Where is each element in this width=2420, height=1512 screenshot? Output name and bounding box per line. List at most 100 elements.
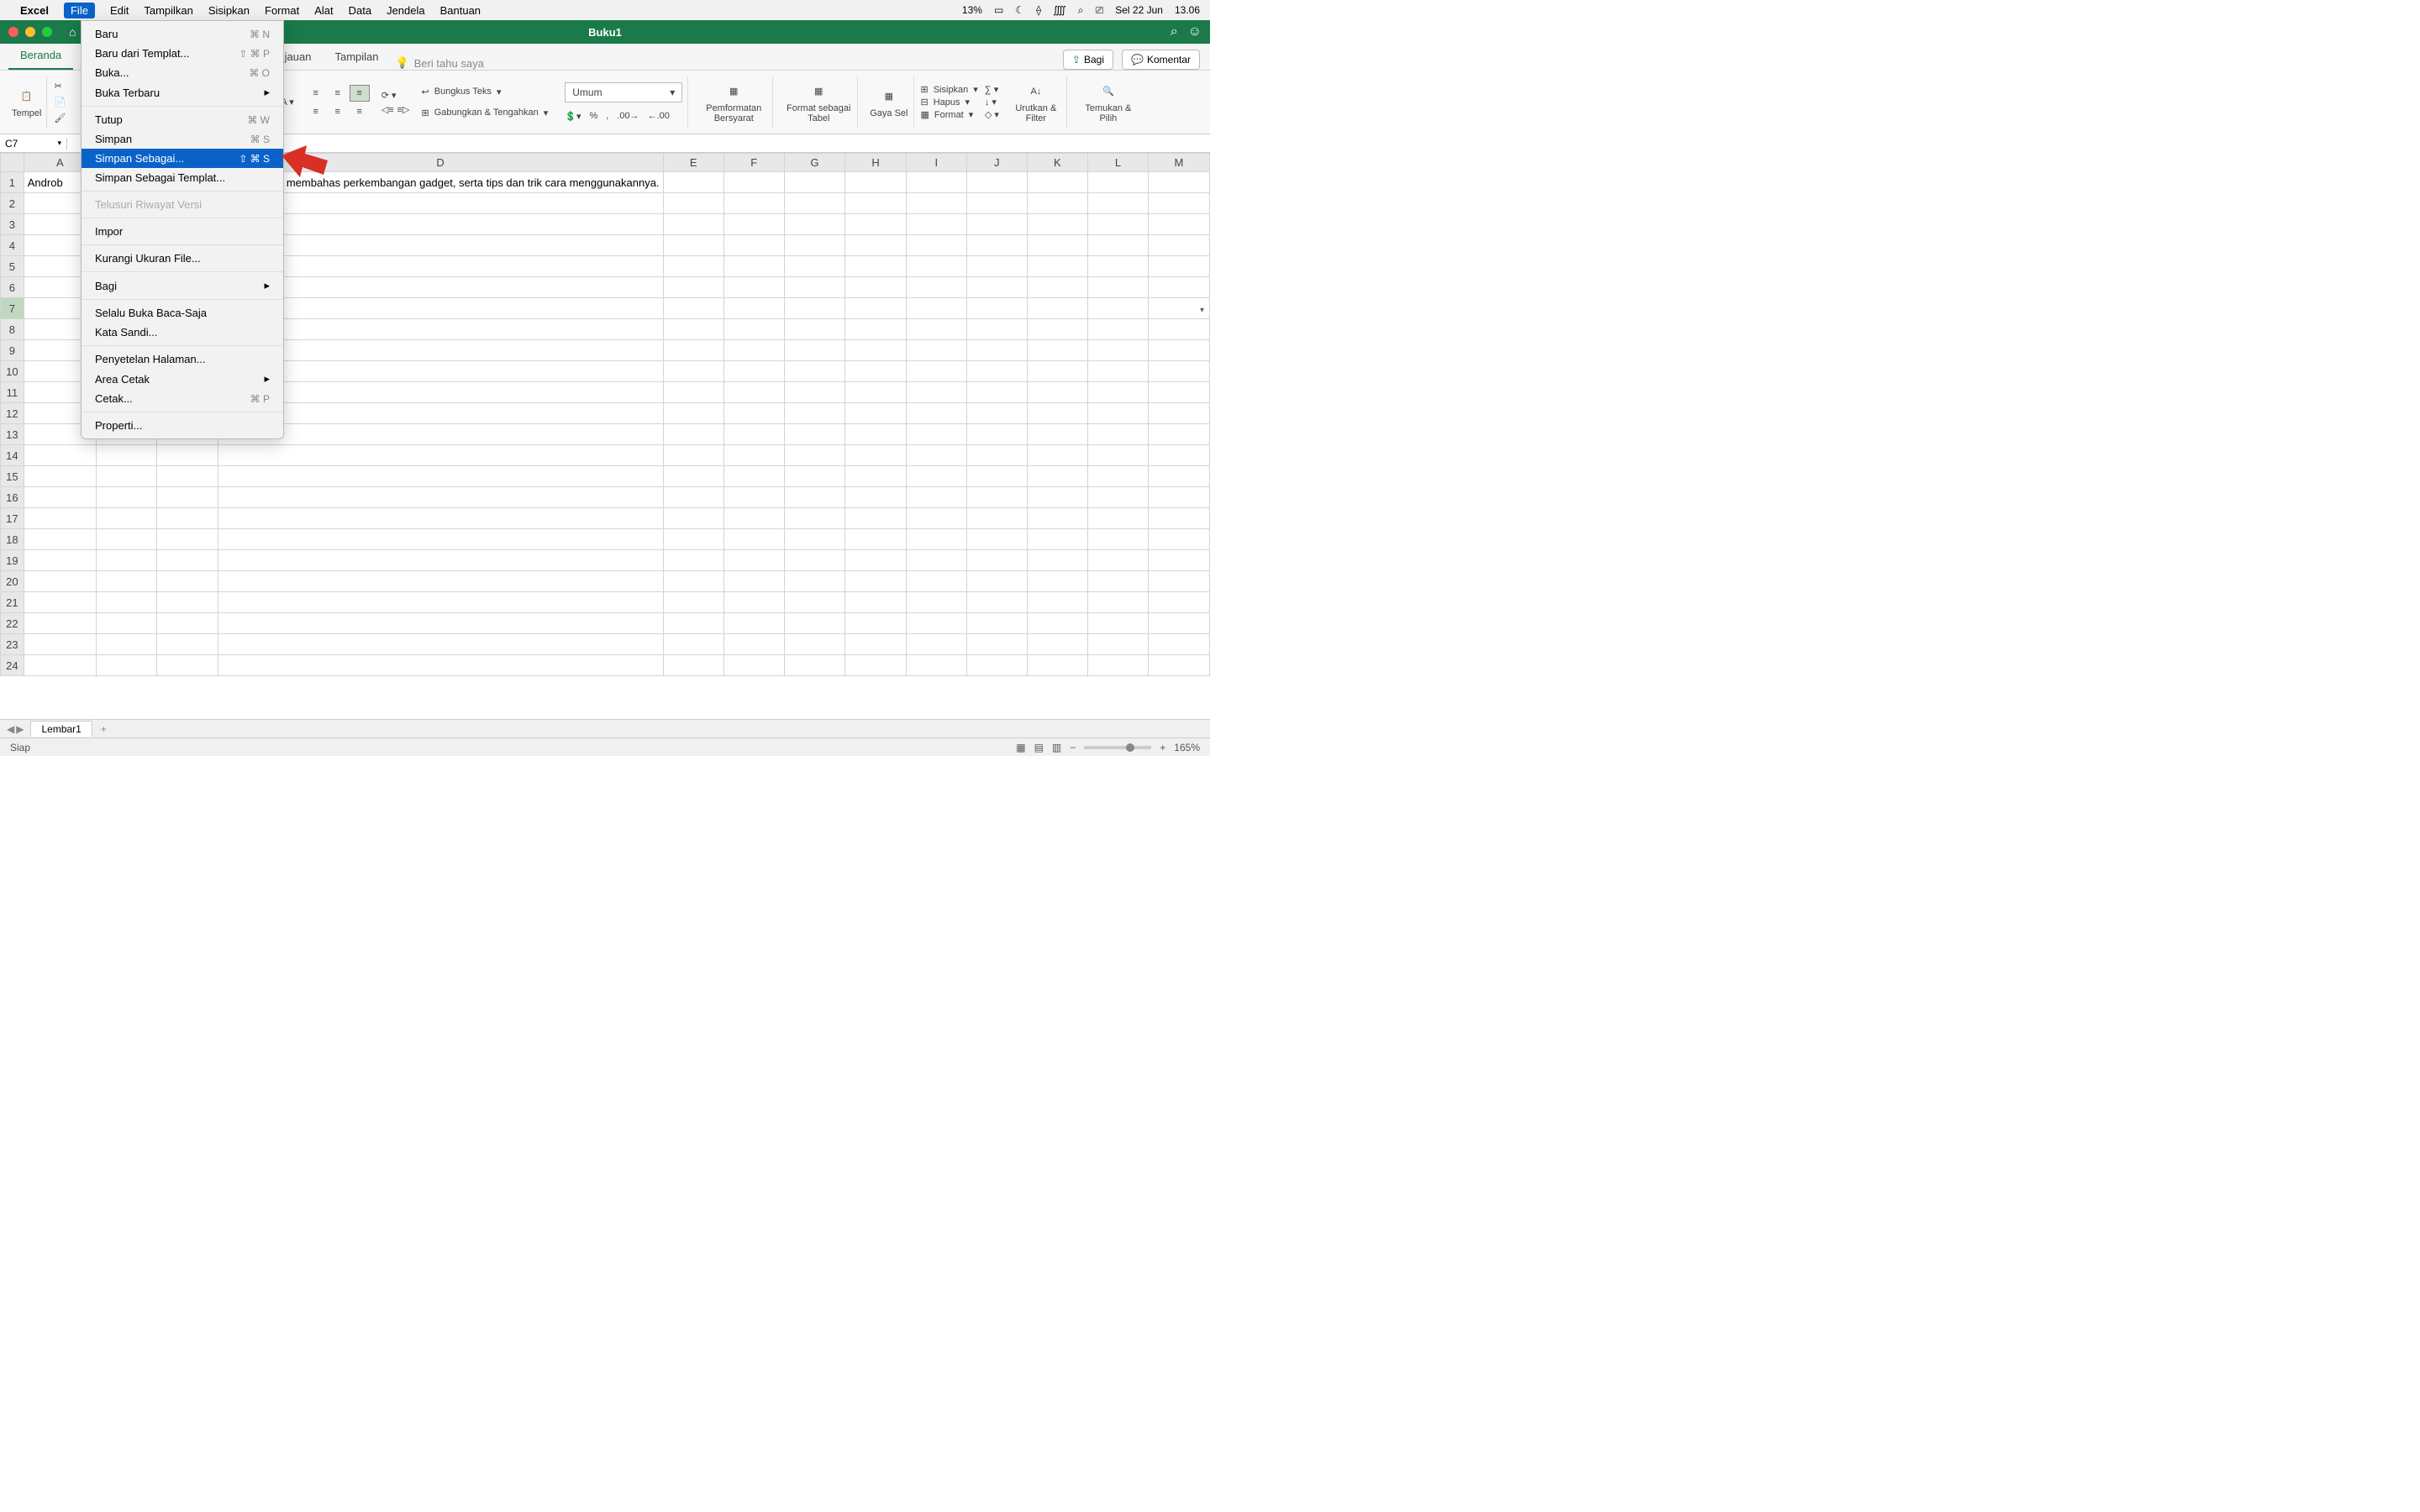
cell-K1[interactable] bbox=[1027, 172, 1087, 193]
control-center-icon[interactable]: ⎚ bbox=[1096, 4, 1104, 17]
cell-E2[interactable] bbox=[663, 193, 723, 214]
cell-A24[interactable] bbox=[24, 655, 96, 676]
cell-B24[interactable] bbox=[96, 655, 156, 676]
cell-J5[interactable] bbox=[966, 256, 1027, 277]
cell-D8[interactable] bbox=[218, 319, 663, 340]
menu-insert[interactable]: Sisipkan bbox=[208, 4, 250, 17]
cell-I5[interactable] bbox=[906, 256, 966, 277]
cell-E16[interactable] bbox=[663, 487, 723, 508]
cell-J9[interactable] bbox=[966, 340, 1027, 361]
cell-B14[interactable] bbox=[96, 445, 156, 466]
cell-E24[interactable] bbox=[663, 655, 723, 676]
cell-I7[interactable] bbox=[906, 298, 966, 319]
cell-L22[interactable] bbox=[1087, 613, 1148, 634]
time-text[interactable]: 13.06 bbox=[1175, 4, 1200, 16]
col-head-E[interactable]: E bbox=[663, 154, 723, 172]
cell-L5[interactable] bbox=[1087, 256, 1148, 277]
col-head-K[interactable]: K bbox=[1027, 154, 1087, 172]
cell-L2[interactable] bbox=[1087, 193, 1148, 214]
menu-window[interactable]: Jendela bbox=[387, 4, 425, 17]
cell-J14[interactable] bbox=[966, 445, 1027, 466]
merge-center-button[interactable]: Gabungkan & Tengahkan bbox=[434, 108, 539, 118]
row-head-3[interactable]: 3 bbox=[1, 214, 24, 235]
cell-H4[interactable] bbox=[845, 235, 906, 256]
cell-F17[interactable] bbox=[723, 508, 784, 529]
cell-M1[interactable] bbox=[1148, 172, 1209, 193]
cell-B21[interactable] bbox=[96, 592, 156, 613]
tab-beranda[interactable]: Beranda bbox=[8, 42, 73, 70]
cell-G2[interactable] bbox=[784, 193, 845, 214]
cell-C21[interactable] bbox=[157, 592, 218, 613]
cell-E1[interactable] bbox=[663, 172, 723, 193]
cell-L7[interactable] bbox=[1087, 298, 1148, 319]
cell-M12[interactable] bbox=[1148, 403, 1209, 424]
menu-item-23[interactable]: Cetak...⌘ P bbox=[82, 389, 283, 408]
zoom-out-icon[interactable]: − bbox=[1070, 742, 1076, 753]
cell-G24[interactable] bbox=[784, 655, 845, 676]
date-text[interactable]: Sel 22 Jun bbox=[1115, 4, 1163, 16]
cell-A21[interactable] bbox=[24, 592, 96, 613]
menu-item-21[interactable]: Penyetelan Halaman... bbox=[82, 349, 283, 369]
cell-F24[interactable] bbox=[723, 655, 784, 676]
cell-I3[interactable] bbox=[906, 214, 966, 235]
tell-me[interactable]: 💡 Beri tahu saya bbox=[396, 56, 484, 70]
cell-L3[interactable] bbox=[1087, 214, 1148, 235]
row-head-19[interactable]: 19 bbox=[1, 550, 24, 571]
menu-excel[interactable]: Excel bbox=[20, 4, 49, 17]
cell-B19[interactable] bbox=[96, 550, 156, 571]
cell-D14[interactable] bbox=[218, 445, 663, 466]
cond-format-icon[interactable]: ▦ bbox=[723, 81, 744, 102]
dnd-icon[interactable]: ☾ bbox=[1015, 4, 1024, 16]
cell-C17[interactable] bbox=[157, 508, 218, 529]
indent-decrease-icon[interactable]: ◁≡ bbox=[381, 104, 394, 115]
cell-F3[interactable] bbox=[723, 214, 784, 235]
format-button[interactable]: ▦Format ▾ bbox=[921, 109, 978, 120]
cell-G6[interactable] bbox=[784, 277, 845, 298]
cell-G15[interactable] bbox=[784, 466, 845, 487]
cell-D20[interactable] bbox=[218, 571, 663, 592]
cell-E4[interactable] bbox=[663, 235, 723, 256]
cell-H11[interactable] bbox=[845, 382, 906, 403]
align-right-icon[interactable]: ≡ bbox=[350, 103, 370, 120]
cell-D6[interactable] bbox=[218, 277, 663, 298]
cell-J2[interactable] bbox=[966, 193, 1027, 214]
cell-H12[interactable] bbox=[845, 403, 906, 424]
cell-E20[interactable] bbox=[663, 571, 723, 592]
cell-L8[interactable] bbox=[1087, 319, 1148, 340]
cell-C24[interactable] bbox=[157, 655, 218, 676]
sheet-tab-lembar1[interactable]: Lembar1 bbox=[30, 721, 92, 737]
cell-L24[interactable] bbox=[1087, 655, 1148, 676]
row-head-9[interactable]: 9 bbox=[1, 340, 24, 361]
row-head-5[interactable]: 5 bbox=[1, 256, 24, 277]
cell-M14[interactable] bbox=[1148, 445, 1209, 466]
cell-J4[interactable] bbox=[966, 235, 1027, 256]
cut-icon[interactable]: ✂ bbox=[54, 81, 66, 92]
cell-H5[interactable] bbox=[845, 256, 906, 277]
cell-H14[interactable] bbox=[845, 445, 906, 466]
cell-M22[interactable] bbox=[1148, 613, 1209, 634]
cell-B15[interactable] bbox=[96, 466, 156, 487]
cell-E23[interactable] bbox=[663, 634, 723, 655]
cell-M21[interactable] bbox=[1148, 592, 1209, 613]
cell-K10[interactable] bbox=[1027, 361, 1087, 382]
cell-F11[interactable] bbox=[723, 382, 784, 403]
format-painter-icon[interactable]: 🖌 bbox=[54, 113, 66, 123]
cell-I2[interactable] bbox=[906, 193, 966, 214]
cell-H20[interactable] bbox=[845, 571, 906, 592]
cell-A18[interactable] bbox=[24, 529, 96, 550]
cell-E6[interactable] bbox=[663, 277, 723, 298]
row-head-2[interactable]: 2 bbox=[1, 193, 24, 214]
align-bottom-icon[interactable]: ≡ bbox=[350, 85, 370, 102]
cell-K9[interactable] bbox=[1027, 340, 1087, 361]
cell-I20[interactable] bbox=[906, 571, 966, 592]
cell-C15[interactable] bbox=[157, 466, 218, 487]
cell-H16[interactable] bbox=[845, 487, 906, 508]
cell-L10[interactable] bbox=[1087, 361, 1148, 382]
cell-A20[interactable] bbox=[24, 571, 96, 592]
cell-F7[interactable] bbox=[723, 298, 784, 319]
cell-L17[interactable] bbox=[1087, 508, 1148, 529]
cell-M8[interactable] bbox=[1148, 319, 1209, 340]
cell-K5[interactable] bbox=[1027, 256, 1087, 277]
menu-item-2[interactable]: Buka...⌘ O bbox=[82, 63, 283, 82]
inc-decimal-icon[interactable]: .00→ bbox=[617, 111, 639, 122]
